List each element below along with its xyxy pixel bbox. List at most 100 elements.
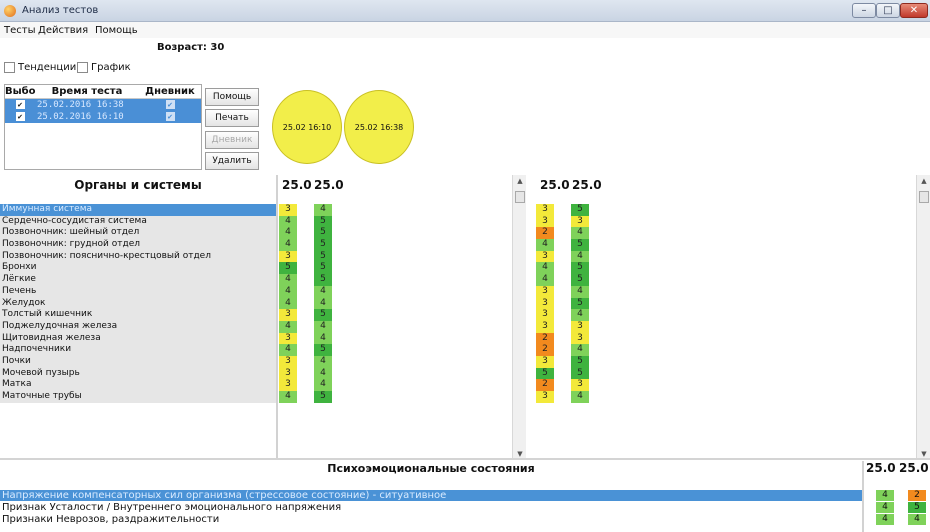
menu-tests[interactable]: Тесты (4, 25, 35, 36)
delete-button[interactable]: Удалить (205, 152, 259, 170)
score-cell: 4 (279, 274, 297, 286)
organ-row[interactable]: Надпочечники (0, 344, 276, 356)
minimize-button[interactable]: – (852, 3, 876, 18)
test-circle[interactable]: 25.02 16:38 (344, 90, 414, 164)
psycho-col-header[interactable]: 25.0 (866, 461, 896, 475)
psycho-col-header[interactable]: 25.0 (899, 461, 929, 475)
scroll-thumb[interactable] (919, 191, 929, 203)
scroll-up-icon[interactable]: ▲ (513, 175, 527, 187)
organ-row[interactable]: Поджелудочная железа (0, 320, 276, 333)
score-cell: 4 (314, 379, 332, 391)
organ-row[interactable]: Печень (0, 285, 276, 298)
score-cell: 2 (536, 227, 554, 240)
score-cell: 5 (314, 239, 332, 251)
score-cell: 3 (571, 332, 589, 345)
trends-checkbox[interactable]: Тенденции (4, 62, 76, 73)
score-cell: 4 (279, 227, 297, 240)
organ-row[interactable]: Матка (0, 379, 276, 391)
score-cell: 5 (571, 262, 589, 275)
scroll-thumb[interactable] (515, 191, 525, 203)
column-divider (862, 461, 864, 532)
graph-checkbox-box[interactable] (77, 62, 88, 73)
score-cell: 4 (908, 514, 926, 525)
right-scrollbar[interactable]: ▲ ▼ (916, 175, 930, 460)
organ-row[interactable]: Лёгкие (0, 274, 276, 286)
score-cell: 4 (314, 332, 332, 345)
test-circle[interactable]: 25.02 16:10 (272, 90, 342, 164)
tests-table-header: Выбо Время теста Дневник (5, 85, 201, 99)
menu-actions[interactable]: Действия (38, 25, 88, 36)
score-cell: 5 (908, 502, 926, 513)
score-cell: 4 (876, 490, 894, 501)
organ-row[interactable]: Маточные трубы (0, 391, 276, 403)
scroll-up-icon[interactable]: ▲ (917, 175, 930, 187)
score-cell: 3 (536, 250, 554, 263)
organ-row[interactable]: Мочевой пузырь (0, 367, 276, 380)
organ-row[interactable]: Желудок (0, 297, 276, 310)
score-cell: 5 (571, 297, 589, 310)
organ-row[interactable]: Толстый кишечник (0, 309, 276, 321)
organ-row[interactable]: Позвоночник: грудной отдел (0, 239, 276, 251)
col-time-header[interactable]: Время теста (35, 85, 139, 98)
select-checkbox[interactable]: ✔ (15, 112, 25, 121)
score-cell: 4 (314, 355, 332, 368)
score-cell: 5 (571, 274, 589, 286)
score-cell: 3 (536, 355, 554, 368)
organs-right-col-header[interactable]: 25.0 (572, 175, 602, 195)
psycho-row[interactable]: Признак Усталости / Внутреннего эмоциона… (0, 502, 862, 513)
organ-row[interactable]: Сердечно-сосудистая система (0, 215, 276, 228)
organs-right-col-header[interactable]: 25.0 (540, 175, 570, 195)
organs-scrollbar[interactable]: ▲ ▼ (512, 175, 526, 460)
trends-checkbox-box[interactable] (4, 62, 15, 73)
organ-row[interactable]: Почки (0, 355, 276, 368)
score-cell: 3 (536, 215, 554, 228)
table-row[interactable]: ✔ 25.02.2016 16:10 ✔ (5, 111, 201, 123)
organ-row[interactable]: Иммунная система (0, 204, 276, 216)
select-checkbox[interactable]: ✔ (15, 100, 25, 109)
score-cell: 5 (314, 262, 332, 275)
score-cell: 3 (279, 250, 297, 263)
organ-row[interactable]: Позвоночник: шейный отдел (0, 227, 276, 240)
score-cell: 3 (279, 379, 297, 391)
score-cell: 5 (314, 309, 332, 321)
score-cell: 4 (279, 391, 297, 403)
menu-help[interactable]: Помощь (95, 25, 138, 36)
close-button[interactable]: ✕ (900, 3, 928, 18)
score-cell: 5 (571, 367, 589, 380)
score-cell: 4 (279, 344, 297, 356)
print-button[interactable]: Печать (205, 109, 259, 127)
organ-row[interactable]: Щитовидная железа (0, 332, 276, 345)
organ-row[interactable]: Позвоночник: пояснично-крестцовый отдел (0, 250, 276, 263)
score-cell: 3 (571, 320, 589, 333)
col-diary-header[interactable]: Дневник (139, 85, 201, 98)
score-column: 33243443333223523 (536, 204, 554, 403)
score-column: 34443544434343334 (279, 204, 297, 403)
window-title: Анализ тестов (22, 5, 99, 16)
score-cell: 5 (314, 250, 332, 263)
help-button[interactable]: Помощь (205, 88, 259, 106)
diary-button[interactable]: Дневник (205, 131, 259, 149)
score-cell: 4 (279, 297, 297, 310)
score-cell: 4 (279, 215, 297, 228)
score-cell: 4 (536, 274, 554, 286)
score-cell: 4 (571, 344, 589, 356)
score-cell: 4 (314, 297, 332, 310)
score-cell: 4 (314, 204, 332, 216)
organs-col-header[interactable]: 25.0 (282, 175, 312, 195)
organ-row[interactable]: Бронхи (0, 262, 276, 275)
graph-checkbox[interactable]: График (77, 62, 131, 73)
maximize-button[interactable]: □ (876, 3, 900, 18)
score-cell: 5 (314, 391, 332, 403)
organs-col-header[interactable]: 25.0 (314, 175, 344, 195)
psycho-row[interactable]: Напряжение компенсаторных сил организма … (0, 490, 862, 501)
score-cell: 5 (536, 367, 554, 380)
score-cell: 3 (571, 379, 589, 391)
table-row[interactable]: ✔ 25.02.2016 16:38 ✔ (5, 99, 201, 111)
score-cell: 3 (536, 391, 554, 403)
psycho-row[interactable]: Признаки Неврозов, раздражительности (0, 514, 862, 525)
diary-checkbox[interactable]: ✔ (165, 112, 175, 121)
score-cell: 5 (314, 274, 332, 286)
score-cell: 3 (536, 297, 554, 310)
col-select-header[interactable]: Выбо (5, 85, 36, 98)
diary-checkbox[interactable]: ✔ (165, 100, 175, 109)
